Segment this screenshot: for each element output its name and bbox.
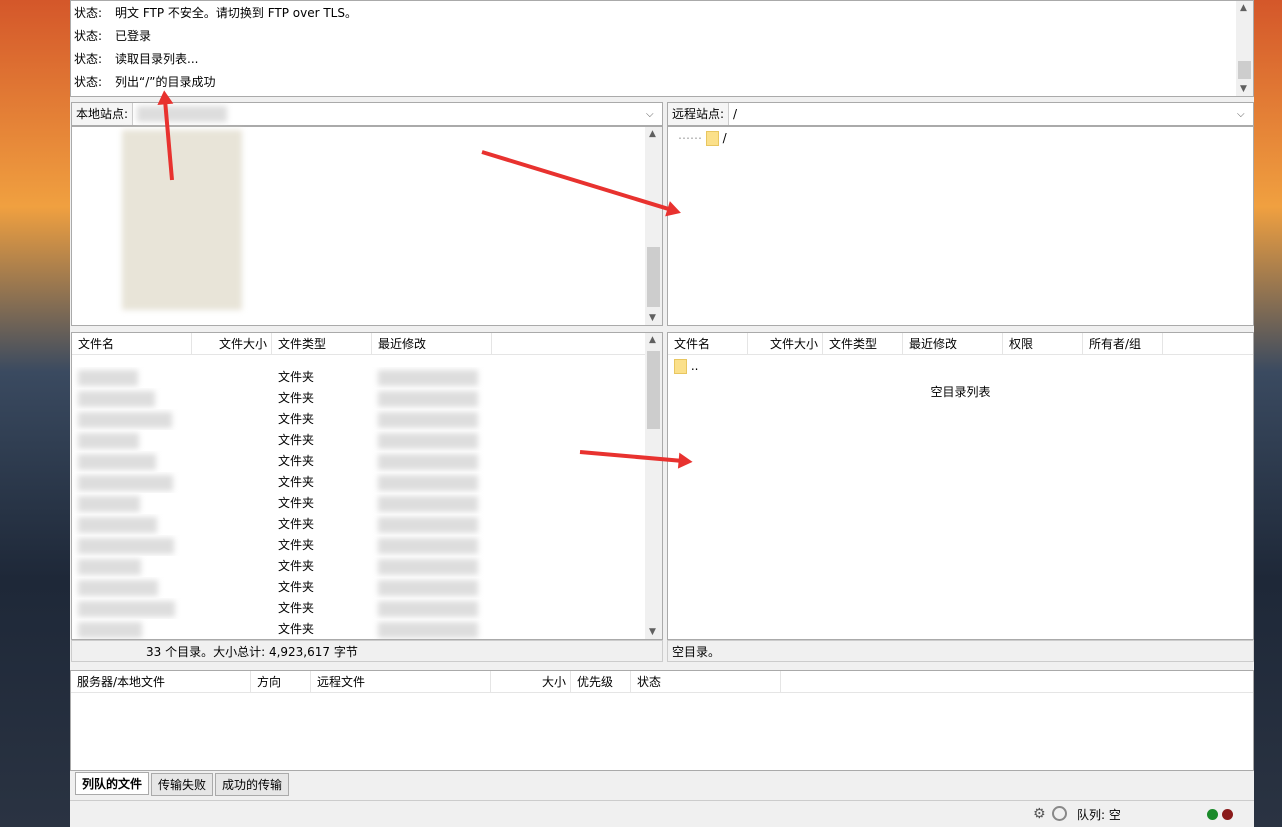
column-header[interactable]: 权限: [1003, 333, 1083, 354]
table-row[interactable]: 文件夹: [72, 430, 662, 451]
remote-path-input[interactable]: /: [729, 107, 1237, 121]
empty-list-text: 空目录列表: [930, 385, 991, 399]
table-row[interactable]: 文件夹: [72, 409, 662, 430]
queue-tab[interactable]: 成功的传输: [215, 773, 290, 796]
remote-site-label: 远程站点:: [668, 103, 730, 125]
table-row[interactable]: 文件夹: [72, 472, 662, 493]
file-type: 文件夹: [278, 475, 315, 489]
log-line: 状态: 读取目录列表...: [71, 47, 1253, 70]
table-row[interactable]: 文件夹: [72, 535, 662, 556]
log-line: 状态: 列出“/”的目录成功: [71, 70, 1253, 93]
file-type: 文件夹: [278, 601, 315, 615]
table-row[interactable]: 文件夹: [72, 514, 662, 535]
remote-tree[interactable]: ⋯⋯ /: [667, 126, 1254, 326]
file-type: 文件夹: [278, 370, 315, 384]
file-type: 文件夹: [278, 433, 315, 447]
log-line: 状态: 明文 FTP 不安全。请切换到 FTP over TLS。: [71, 1, 1253, 24]
column-header[interactable]: 状态: [631, 671, 781, 692]
column-header[interactable]: 文件类型: [272, 333, 372, 354]
message-log: 状态: 明文 FTP 不安全。请切换到 FTP over TLS。 状态: 已登录 状态…: [70, 0, 1254, 97]
log-line: 状态: 已登录: [71, 24, 1253, 47]
file-type: 文件夹: [278, 412, 315, 426]
remote-status: 空目录。: [667, 640, 1254, 662]
parent-dir-row[interactable]: ..: [668, 356, 1253, 377]
folder-icon: [674, 359, 687, 374]
local-status: 33 个目录。大小总计: 4,923,617 字节: [71, 640, 663, 662]
log-label: 状态:: [74, 52, 103, 66]
table-row[interactable]: 文件夹: [72, 598, 662, 619]
file-type: 文件夹: [278, 454, 315, 468]
log-text: 已登录: [115, 29, 152, 43]
column-header[interactable]: 大小: [491, 671, 571, 692]
log-label: 状态:: [74, 75, 103, 89]
column-header[interactable]: 文件类型: [823, 333, 903, 354]
speed-limit-icon[interactable]: [1052, 806, 1067, 821]
tree-root[interactable]: ⋯⋯ /: [678, 131, 727, 146]
column-header[interactable]: 文件大小: [748, 333, 823, 354]
file-type: 文件夹: [278, 580, 315, 594]
table-row[interactable]: 文件夹: [72, 577, 662, 598]
log-scrollbar[interactable]: ▲ ▼: [1236, 1, 1253, 96]
column-header[interactable]: 文件大小: [192, 333, 272, 354]
column-header[interactable]: 远程文件: [311, 671, 491, 692]
file-type: 文件夹: [278, 517, 315, 531]
table-row[interactable]: 文件夹: [72, 451, 662, 472]
column-header[interactable]: 最近修改: [903, 333, 1003, 354]
chevron-down-icon[interactable]: ⌵: [1237, 109, 1253, 120]
upload-led-icon: [1207, 809, 1218, 820]
column-header[interactable]: 文件名: [668, 333, 748, 354]
column-header[interactable]: 方向: [251, 671, 311, 692]
status-bar: ⚙ 队列: 空: [70, 800, 1254, 827]
column-header[interactable]: 最近修改: [372, 333, 492, 354]
queue-status: 队列: 空: [1077, 808, 1121, 822]
column-header[interactable]: 所有者/组: [1083, 333, 1163, 354]
log-text: 明文 FTP 不安全。请切换到 FTP over TLS。: [115, 6, 357, 20]
log-label: 状态:: [74, 6, 103, 20]
file-type: 文件夹: [278, 622, 315, 636]
file-type: 文件夹: [278, 559, 315, 573]
gear-icon[interactable]: ⚙: [1033, 806, 1046, 822]
log-text: 读取目录列表...: [115, 52, 199, 66]
table-row[interactable]: 文件夹: [72, 493, 662, 514]
table-row[interactable]: 文件夹: [72, 388, 662, 409]
download-led-icon: [1222, 809, 1233, 820]
folder-icon: [705, 131, 719, 146]
log-text: 列出“/”的目录成功: [115, 75, 216, 89]
column-header[interactable]: 服务器/本地文件: [71, 671, 251, 692]
file-type: 文件夹: [278, 496, 315, 510]
queue-tab[interactable]: 列队的文件: [75, 772, 150, 795]
local-site-bar[interactable]: 本地站点: ⌵: [71, 102, 663, 126]
local-tree-scrollbar[interactable]: ▲ ▼: [645, 127, 662, 325]
queue-tab[interactable]: 传输失败: [151, 773, 214, 796]
file-type: 文件夹: [278, 391, 315, 405]
remote-site-bar[interactable]: 远程站点: / ⌵: [667, 102, 1254, 126]
file-type: 文件夹: [278, 538, 315, 552]
table-row[interactable]: 文件夹: [72, 367, 662, 388]
chevron-down-icon[interactable]: ⌵: [646, 109, 662, 120]
local-tree[interactable]: ▲ ▼: [71, 126, 663, 326]
table-row[interactable]: 文件夹: [72, 619, 662, 639]
local-file-list[interactable]: 文件名 文件大小 文件类型 最近修改 文件夹 文件夹 文件夹 文件夹 文件夹 文件夹 文件夹 文件夹…: [71, 332, 663, 640]
local-list-scrollbar[interactable]: ▲ ▼: [645, 333, 662, 639]
filezilla-window: 状态: 明文 FTP 不安全。请切换到 FTP over TLS。 状态: 已登录 状态…: [70, 0, 1254, 827]
table-row[interactable]: 文件夹: [72, 556, 662, 577]
log-label: 状态:: [74, 29, 103, 43]
transfer-queue[interactable]: 服务器/本地文件 方向 远程文件 大小 优先级 状态: [70, 670, 1254, 771]
column-header[interactable]: 文件名: [72, 333, 192, 354]
column-header[interactable]: 优先级: [571, 671, 631, 692]
remote-file-list[interactable]: 文件名 文件大小 文件类型 最近修改 权限 所有者/组 .. 空目录列表: [667, 332, 1254, 640]
local-site-label: 本地站点:: [72, 103, 134, 125]
